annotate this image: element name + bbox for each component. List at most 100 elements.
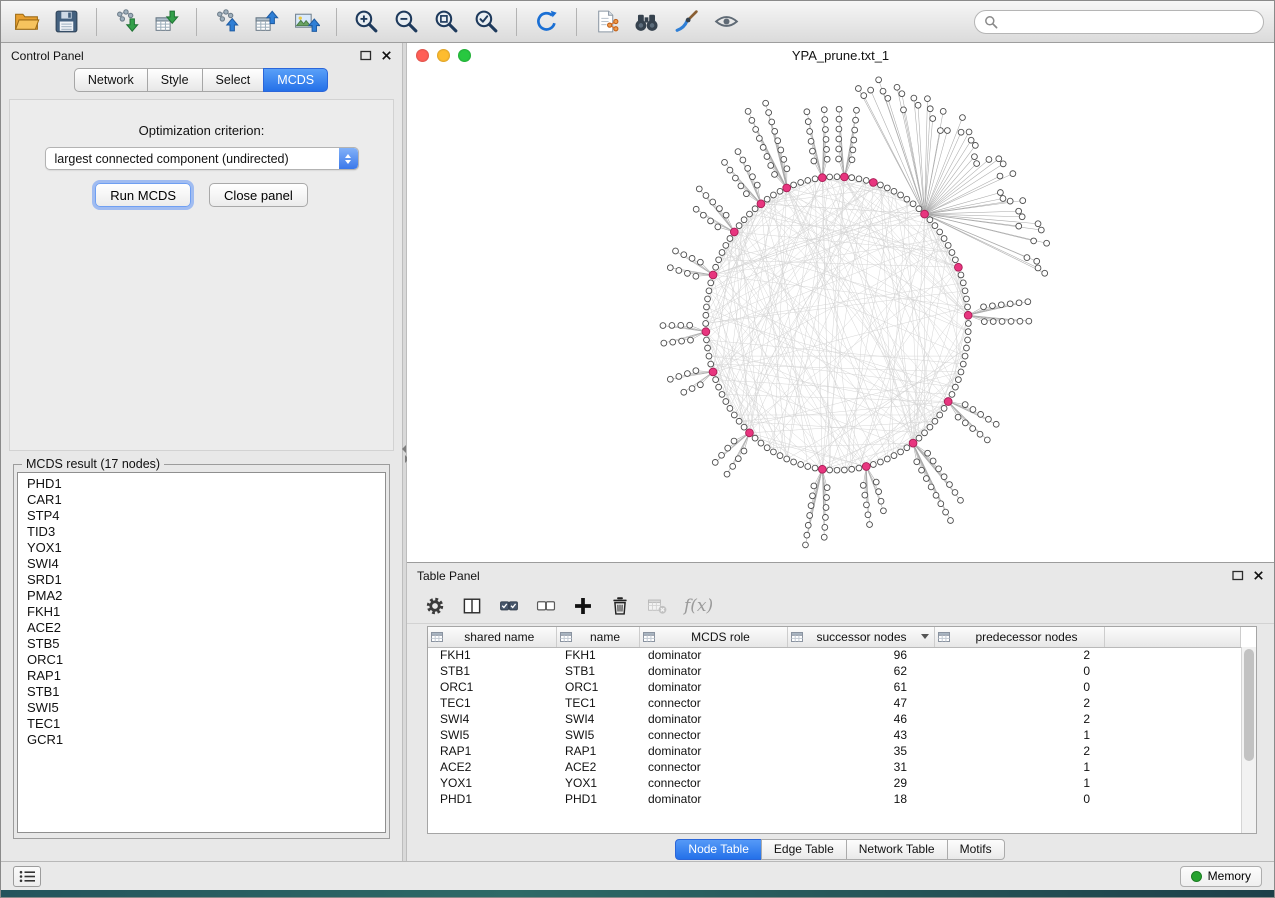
table-row[interactable]: SWI4SWI4dominator462 <box>428 711 1241 727</box>
table-row[interactable]: STB1STB1dominator620 <box>428 663 1241 679</box>
network-canvas[interactable] <box>407 43 1274 562</box>
cell-mcds-role[interactable]: connector <box>639 775 787 791</box>
tab-motifs[interactable]: Motifs <box>947 839 1005 860</box>
cell-mcds-role[interactable]: connector <box>639 759 787 775</box>
scrollbar-thumb[interactable] <box>1244 649 1254 761</box>
zoom-in-button[interactable] <box>351 6 382 37</box>
cell-shared-name[interactable]: ORC1 <box>428 679 556 695</box>
cell-name[interactable]: PHD1 <box>556 791 639 807</box>
cell-predecessor-nodes[interactable]: 1 <box>934 775 1104 791</box>
cell-name[interactable]: ORC1 <box>556 679 639 695</box>
cell-successor-nodes[interactable]: 96 <box>787 647 934 663</box>
cell-successor-nodes[interactable]: 18 <box>787 791 934 807</box>
cell-mcds-role[interactable]: connector <box>639 727 787 743</box>
control-panel-close-button[interactable] <box>381 50 392 61</box>
column-header-mcds-role[interactable]: MCDS role <box>639 627 787 647</box>
tab-network[interactable]: Network <box>74 68 148 92</box>
mcds-result-item[interactable]: GCR1 <box>18 732 385 748</box>
table-row[interactable]: RAP1RAP1dominator352 <box>428 743 1241 759</box>
cell-predecessor-nodes[interactable]: 0 <box>934 679 1104 695</box>
cell-shared-name[interactable]: TEC1 <box>428 695 556 711</box>
splitter-collapse-left-icon[interactable] <box>402 445 406 453</box>
mcds-result-item[interactable]: YOX1 <box>18 540 385 556</box>
cell-predecessor-nodes[interactable]: 1 <box>934 759 1104 775</box>
cell-successor-nodes[interactable]: 43 <box>787 727 934 743</box>
cell-mcds-role[interactable]: dominator <box>639 647 787 663</box>
mcds-result-item[interactable]: ACE2 <box>18 620 385 636</box>
cell-mcds-role[interactable]: dominator <box>639 663 787 679</box>
column-header-name[interactable]: name <box>556 627 639 647</box>
document-share-button[interactable] <box>591 6 622 37</box>
cell-successor-nodes[interactable]: 47 <box>787 695 934 711</box>
columns-button[interactable] <box>460 594 484 618</box>
mcds-result-item[interactable]: SRD1 <box>18 572 385 588</box>
gear-button[interactable] <box>423 594 447 618</box>
mcds-result-item[interactable]: PMA2 <box>18 588 385 604</box>
mcds-result-item[interactable]: RAP1 <box>18 668 385 684</box>
cell-shared-name[interactable]: RAP1 <box>428 743 556 759</box>
table-row[interactable]: ACE2ACE2connector311 <box>428 759 1241 775</box>
control-panel-float-button[interactable] <box>360 50 372 61</box>
cell-predecessor-nodes[interactable]: 2 <box>934 711 1104 727</box>
cell-mcds-role[interactable]: dominator <box>639 743 787 759</box>
cell-predecessor-nodes[interactable]: 2 <box>934 647 1104 663</box>
tab-node-table[interactable]: Node Table <box>675 839 762 860</box>
tab-style[interactable]: Style <box>147 68 203 92</box>
export-table-button[interactable] <box>251 6 282 37</box>
zoom-fit-button[interactable] <box>431 6 462 37</box>
cell-successor-nodes[interactable]: 35 <box>787 743 934 759</box>
tab-select[interactable]: Select <box>202 68 265 92</box>
export-network-button[interactable] <box>211 6 242 37</box>
table-row[interactable]: TEC1TEC1connector472 <box>428 695 1241 711</box>
select-all-button[interactable] <box>497 594 521 618</box>
mcds-result-item[interactable]: STB5 <box>18 636 385 652</box>
cell-predecessor-nodes[interactable]: 1 <box>934 727 1104 743</box>
cell-name[interactable]: YOX1 <box>556 775 639 791</box>
mcds-result-item[interactable]: PHD1 <box>18 476 385 492</box>
mcds-result-list[interactable]: PHD1CAR1STP4TID3YOX1SWI4SRD1PMA2FKH1ACE2… <box>17 472 386 833</box>
tab-network-table[interactable]: Network Table <box>846 839 948 860</box>
cell-shared-name[interactable]: FKH1 <box>428 647 556 663</box>
search-input[interactable] <box>1003 15 1254 29</box>
mcds-result-item[interactable]: SWI4 <box>18 556 385 572</box>
cell-name[interactable]: RAP1 <box>556 743 639 759</box>
cell-name[interactable]: TEC1 <box>556 695 639 711</box>
refresh-button[interactable] <box>531 6 562 37</box>
table-panel-close-button[interactable] <box>1253 570 1264 581</box>
zoom-out-button[interactable] <box>391 6 422 37</box>
cell-successor-nodes[interactable]: 31 <box>787 759 934 775</box>
tab-mcds[interactable]: MCDS <box>263 68 328 92</box>
table-row[interactable]: SWI5SWI5connector431 <box>428 727 1241 743</box>
cell-name[interactable]: FKH1 <box>556 647 639 663</box>
cell-successor-nodes[interactable]: 62 <box>787 663 934 679</box>
mcds-result-item[interactable]: STB1 <box>18 684 385 700</box>
cell-mcds-role[interactable]: dominator <box>639 679 787 695</box>
table-row[interactable]: ORC1ORC1dominator610 <box>428 679 1241 695</box>
table-row[interactable]: FKH1FKH1dominator962 <box>428 647 1241 663</box>
sort-caret-icon[interactable] <box>921 634 929 639</box>
deselect-all-button[interactable] <box>534 594 558 618</box>
table-row[interactable]: YOX1YOX1connector291 <box>428 775 1241 791</box>
cell-shared-name[interactable]: SWI5 <box>428 727 556 743</box>
table-row[interactable]: PHD1PHD1dominator180 <box>428 791 1241 807</box>
cell-predecessor-nodes[interactable]: 0 <box>934 791 1104 807</box>
column-header-predecessor-nodes[interactable]: predecessor nodes <box>934 627 1104 647</box>
cell-predecessor-nodes[interactable]: 0 <box>934 663 1104 679</box>
table-panel-float-button[interactable] <box>1232 570 1244 581</box>
zoom-selected-button[interactable] <box>471 6 502 37</box>
export-image-button[interactable] <box>291 6 322 37</box>
criterion-select[interactable]: largest connected component (undirected) <box>45 147 359 170</box>
cell-shared-name[interactable]: YOX1 <box>428 775 556 791</box>
mcds-result-item[interactable]: TID3 <box>18 524 385 540</box>
cell-shared-name[interactable]: STB1 <box>428 663 556 679</box>
window-minimize-button[interactable] <box>437 49 450 62</box>
panel-list-button[interactable] <box>13 866 41 887</box>
cell-predecessor-nodes[interactable]: 2 <box>934 695 1104 711</box>
import-network-button[interactable] <box>111 6 142 37</box>
mcds-result-item[interactable]: CAR1 <box>18 492 385 508</box>
paintbrush-button[interactable] <box>671 6 702 37</box>
open-folder-button[interactable] <box>11 6 42 37</box>
eye-button[interactable] <box>711 6 742 37</box>
binoculars-button[interactable] <box>631 6 662 37</box>
close-mcds-panel-button[interactable]: Close panel <box>209 183 308 207</box>
